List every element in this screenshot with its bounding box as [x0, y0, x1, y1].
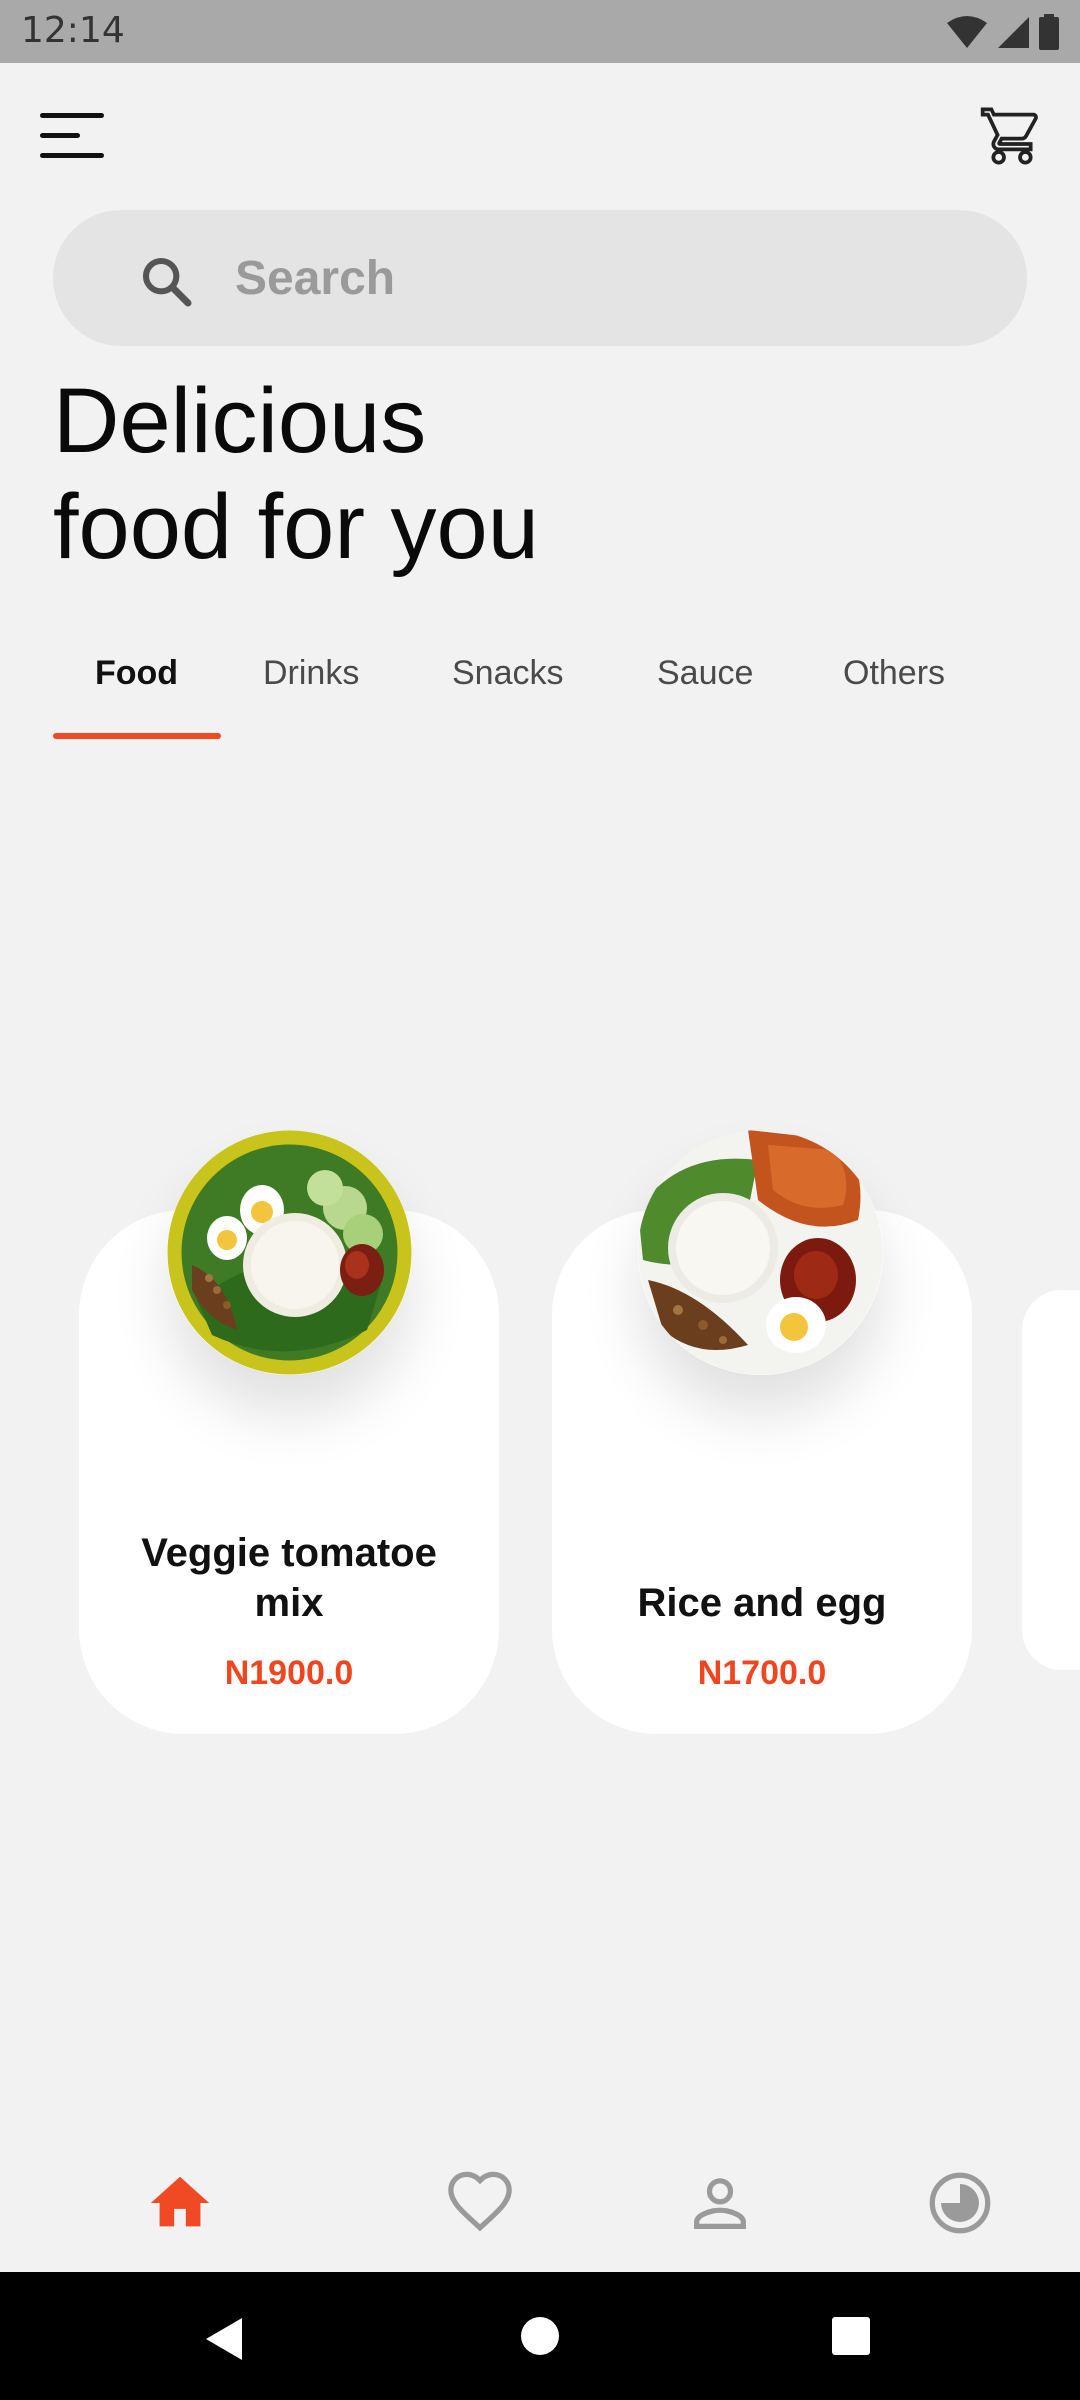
status-bar: 12:14	[0, 0, 1080, 63]
product-price: N1900.0	[224, 1654, 354, 1692]
back-icon[interactable]	[204, 2316, 244, 2362]
cart-icon	[980, 107, 1038, 165]
menu-icon	[40, 113, 104, 158]
product-name-line-1: Veggie tomatoe	[141, 1531, 437, 1575]
status-icons	[946, 12, 1060, 52]
page-title-line-1: Delicious	[53, 370, 427, 472]
cart-button[interactable]	[980, 104, 1044, 168]
nav-home[interactable]	[145, 2168, 215, 2238]
tab-sauce[interactable]: Sauce	[657, 654, 753, 693]
menu-button[interactable]	[40, 110, 110, 162]
signal-icon	[998, 17, 1029, 48]
home-icon	[150, 2176, 210, 2227]
product-price: N1700.0	[697, 1654, 827, 1692]
profile-icon	[694, 2178, 746, 2229]
recents-icon[interactable]	[831, 2316, 871, 2356]
search-input[interactable]	[233, 240, 993, 316]
tab-others[interactable]: Others	[843, 654, 945, 693]
product-image-veggie-tomatoe-mix[interactable]	[167, 1130, 412, 1375]
tab-drinks[interactable]: Drinks	[263, 654, 359, 693]
product-card-next[interactable]	[1022, 1290, 1080, 1670]
heart-icon	[448, 2171, 512, 2232]
nav-favorites[interactable]	[445, 2168, 515, 2238]
product-image-rice-and-egg[interactable]	[638, 1130, 883, 1375]
app-screen: 12:14 Search Delicious food for you Food…	[0, 0, 1080, 2400]
status-time: 12:14	[21, 10, 125, 51]
history-icon	[929, 2172, 991, 2234]
system-nav-bar	[0, 2272, 1080, 2400]
nav-history[interactable]	[925, 2168, 995, 2238]
bottom-nav	[0, 2140, 1080, 2270]
home-circle-icon[interactable]	[520, 2316, 560, 2356]
battery-icon	[1039, 14, 1059, 50]
product-name: Rice and egg	[637, 1581, 887, 1625]
product-name-line-2: mix	[254, 1581, 324, 1625]
search-icon	[142, 257, 192, 307]
tab-indicator	[53, 733, 221, 739]
search-bar[interactable]	[53, 210, 1027, 346]
tab-snacks[interactable]: Snacks	[452, 654, 564, 693]
page-title-line-2: food for you	[53, 476, 539, 578]
tab-food[interactable]: Food	[95, 654, 178, 693]
wifi-icon	[947, 16, 987, 48]
category-tabs: Food Drinks Snacks Sauce Others	[0, 640, 1080, 740]
nav-profile[interactable]	[685, 2168, 755, 2238]
page-title: Delicious food for you	[53, 368, 953, 580]
